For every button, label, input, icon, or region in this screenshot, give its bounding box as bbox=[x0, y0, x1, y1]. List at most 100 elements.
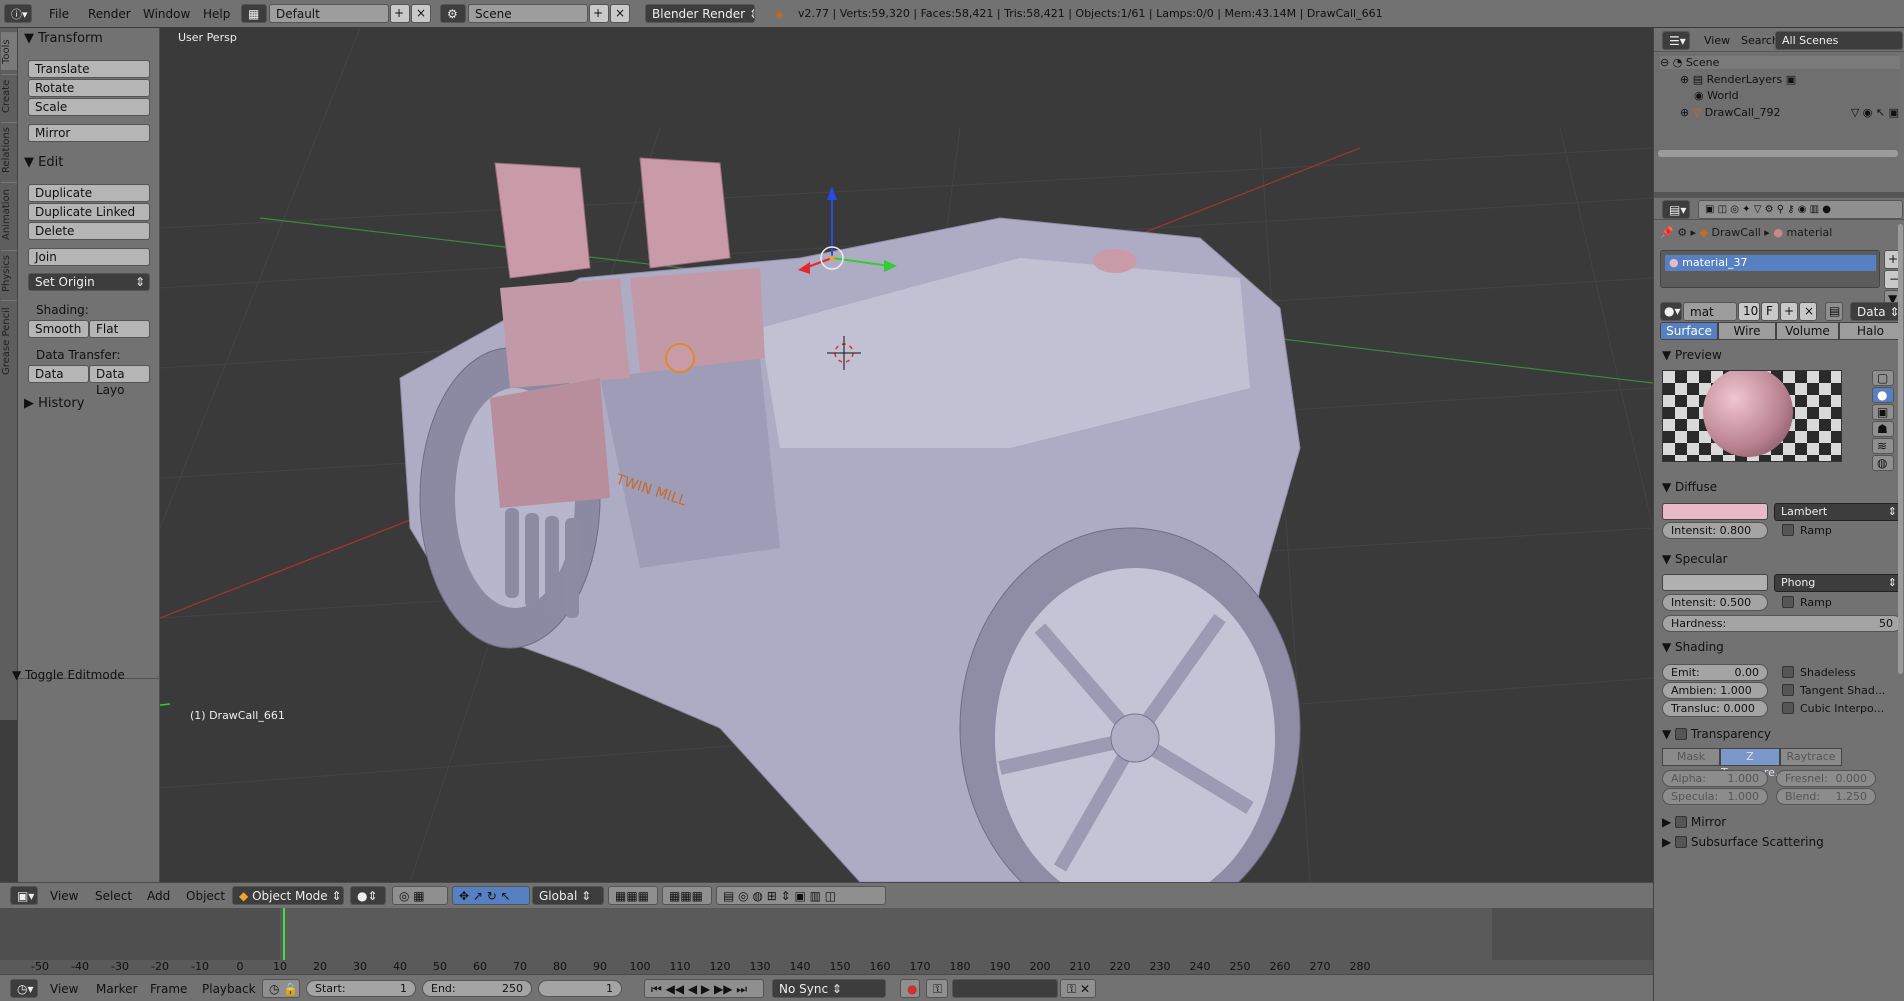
menu-help[interactable]: Help bbox=[203, 7, 230, 21]
outliner-drawcall[interactable]: ⊕ ▽ DrawCall_792 ▽ ◉ ↖ ▣ bbox=[1680, 106, 1899, 119]
menu-view-timeline[interactable]: View bbox=[50, 982, 78, 996]
outliner-renderlayers[interactable]: ⊕ ▤ RenderLayers ▣ bbox=[1680, 73, 1796, 86]
tab-grease-pencil[interactable]: Grease Pencil bbox=[1, 300, 17, 382]
editor-type-button[interactable]: ⓘ▾ bbox=[4, 4, 32, 23]
preview-sky-icon[interactable]: ◍ bbox=[1872, 455, 1894, 471]
mirror-panel-header[interactable]: ▶ Mirror bbox=[1662, 814, 1726, 829]
properties-context-tabs[interactable]: ▣ ◫ ◎ ✦ ▽ ⚙ ⚲ ⚷ ◉ ▥ ● bbox=[1698, 200, 1903, 219]
menu-object[interactable]: Object bbox=[186, 889, 225, 903]
preview-monkey-icon[interactable]: ☗ bbox=[1872, 421, 1894, 437]
shading-mode-select[interactable]: ●⇕ bbox=[350, 886, 386, 905]
fake-user-button[interactable]: F bbox=[1761, 302, 1779, 321]
orientation-select[interactable]: Global ⇕ bbox=[532, 886, 604, 905]
material-users[interactable]: 10 bbox=[1738, 302, 1760, 321]
mode-select[interactable]: ◆ Object Mode ⇕ bbox=[232, 886, 344, 905]
tab-halo[interactable]: Halo bbox=[1839, 322, 1902, 340]
duplicate-linked-button[interactable]: Duplicate Linked bbox=[28, 203, 150, 221]
preview-panel-header[interactable]: ▼ Preview bbox=[1662, 348, 1722, 362]
current-frame-marker[interactable] bbox=[283, 908, 285, 960]
specular-ramp-checkbox[interactable] bbox=[1782, 596, 1794, 608]
diffuse-ramp-checkbox[interactable] bbox=[1782, 524, 1794, 536]
shadeless-checkbox[interactable] bbox=[1782, 666, 1794, 678]
car-model[interactable] bbox=[399, 157, 1301, 882]
nodes-icon[interactable]: ▤ bbox=[1825, 302, 1843, 321]
transparency-checkbox[interactable] bbox=[1675, 728, 1688, 740]
diffuse-shader-select[interactable]: Lambert ⇕ bbox=[1774, 503, 1902, 521]
fresnel-field[interactable]: Fresnel: 0.000 bbox=[1776, 770, 1876, 787]
blend-field[interactable]: Blend: 1.250 bbox=[1776, 788, 1876, 805]
material-slot-list[interactable]: ● material_37 bbox=[1660, 250, 1880, 288]
timeline[interactable]: -50 -40 -30 -20 -10 0 10 20 30 40 50 60 70 80 90 100 110… bbox=[0, 908, 1653, 974]
mirror-button[interactable]: Mirror bbox=[28, 124, 150, 142]
menu-view[interactable]: View bbox=[50, 889, 78, 903]
tangent-checkbox[interactable] bbox=[1782, 684, 1794, 696]
pin-icon[interactable]: 📌 bbox=[1660, 226, 1674, 239]
edit-panel-header[interactable]: ▼ Edit bbox=[24, 155, 63, 170]
menu-playback[interactable]: Playback bbox=[202, 982, 256, 996]
join-button[interactable]: Join bbox=[28, 248, 150, 266]
scene-selector[interactable]: Scene bbox=[468, 4, 588, 23]
smooth-button[interactable]: Smooth bbox=[28, 320, 89, 338]
trans-tab-raytrace[interactable]: Raytrace bbox=[1780, 748, 1842, 766]
editor-type-button-timeline[interactable]: ◷▾ bbox=[10, 979, 38, 998]
pivot-snap-buttons[interactable]: ◎ ▦ bbox=[392, 886, 448, 905]
3d-viewport[interactable]: TWIN MILL User Persp (1) DrawCall_661 bbox=[160, 28, 1653, 882]
outliner-menu-view[interactable]: View bbox=[1704, 34, 1730, 47]
outliner-filter-select[interactable]: All Scenes bbox=[1775, 31, 1903, 50]
sss-panel-header[interactable]: ▶ Subsurface Scattering bbox=[1662, 834, 1824, 849]
preview-hair-icon[interactable]: ≋ bbox=[1872, 438, 1894, 454]
tab-tools[interactable]: Tools bbox=[1, 32, 17, 70]
delete-button[interactable]: Delete bbox=[28, 222, 150, 240]
outliner-scene[interactable]: ⊖ ◔ Scene bbox=[1660, 56, 1900, 69]
last-operator-panel[interactable]: ▼ Toggle Editmode bbox=[12, 668, 125, 682]
tab-relations[interactable]: Relations bbox=[1, 122, 17, 178]
visibility-icons[interactable]: ▽ ◉ ↖ ▣ bbox=[1851, 106, 1899, 119]
preview-shape-buttons[interactable]: ▢ ● ▣ ☗ ≋ ◍ bbox=[1872, 370, 1898, 471]
menu-select[interactable]: Select bbox=[95, 889, 132, 903]
link-select[interactable]: Data ⇕ bbox=[1850, 302, 1902, 321]
trans-tab-mask[interactable]: Mask bbox=[1662, 748, 1720, 766]
data-layout-button[interactable]: Data Layo bbox=[89, 365, 150, 397]
preview-cube-icon[interactable]: ▣ bbox=[1872, 404, 1894, 420]
layers-grid-b[interactable]: ▦▦▦ bbox=[662, 886, 712, 905]
close-scene-icon[interactable]: × bbox=[610, 4, 630, 23]
add-layout-icon[interactable]: + bbox=[390, 4, 410, 23]
viewport-tool-icons[interactable]: ▤ ◎ ◍ ⊞ ⇕ ▣ ▥ ◫ bbox=[716, 886, 886, 905]
close-layout-icon[interactable]: × bbox=[411, 4, 431, 23]
duplicate-button[interactable]: Duplicate bbox=[28, 184, 150, 202]
layout-selector[interactable]: Default bbox=[269, 4, 389, 23]
tab-wire[interactable]: Wire bbox=[1718, 322, 1776, 340]
sss-checkbox[interactable] bbox=[1675, 836, 1688, 848]
tab-surface[interactable]: Surface bbox=[1660, 322, 1718, 340]
menu-frame[interactable]: Frame bbox=[150, 982, 187, 996]
insert-delete-key-icons[interactable]: ⚿ ✕ bbox=[1060, 979, 1096, 998]
properties-scrollbar[interactable] bbox=[1898, 224, 1903, 674]
unlink-material-icon[interactable]: × bbox=[1799, 302, 1817, 321]
transform-panel-header[interactable]: ▼ Transform bbox=[24, 31, 103, 46]
tab-create[interactable]: Create bbox=[1, 74, 17, 118]
add-scene-icon[interactable]: + bbox=[589, 4, 609, 23]
shading-panel-header[interactable]: ▼ Shading bbox=[1662, 640, 1724, 654]
editor-type-button-3d[interactable]: ▣▾ bbox=[10, 886, 38, 905]
ambient-field[interactable]: Ambien: 1.000 bbox=[1662, 682, 1768, 699]
outliner-menu-search[interactable]: Search bbox=[1741, 34, 1779, 47]
outliner-editor-button[interactable]: ☰▾ bbox=[1662, 31, 1690, 50]
outliner-scrollbar[interactable] bbox=[1658, 150, 1898, 157]
menu-render[interactable]: Render bbox=[88, 7, 131, 21]
preview-sphere-icon[interactable]: ● bbox=[1872, 387, 1894, 403]
mirror-checkbox[interactable] bbox=[1675, 816, 1688, 828]
tab-volume[interactable]: Volume bbox=[1776, 322, 1839, 340]
end-frame-field[interactable]: End: 250 bbox=[422, 980, 532, 997]
sync-select[interactable]: No Sync ⇕ bbox=[772, 979, 886, 998]
translate-button[interactable]: Translate bbox=[28, 60, 150, 78]
new-material-icon[interactable]: + bbox=[1780, 302, 1798, 321]
scene-icon[interactable]: ⚙ bbox=[440, 4, 466, 23]
set-origin-dropdown[interactable]: Set Origin ⇕ bbox=[28, 273, 150, 291]
alpha-field[interactable]: Alpha: 1.000 bbox=[1662, 770, 1768, 787]
playback-controls[interactable]: ⏮ ◀◀ ◀ ▶ ▶▶ ⏭ bbox=[644, 979, 764, 998]
browse-material-icon[interactable]: ●▾ bbox=[1660, 302, 1682, 321]
tab-physics[interactable]: Physics bbox=[1, 250, 17, 296]
preview-plane-icon[interactable]: ▢ bbox=[1872, 370, 1894, 386]
layers-grid-a[interactable]: ▦▦▦ bbox=[608, 886, 658, 905]
diffuse-color-swatch[interactable] bbox=[1662, 503, 1768, 520]
